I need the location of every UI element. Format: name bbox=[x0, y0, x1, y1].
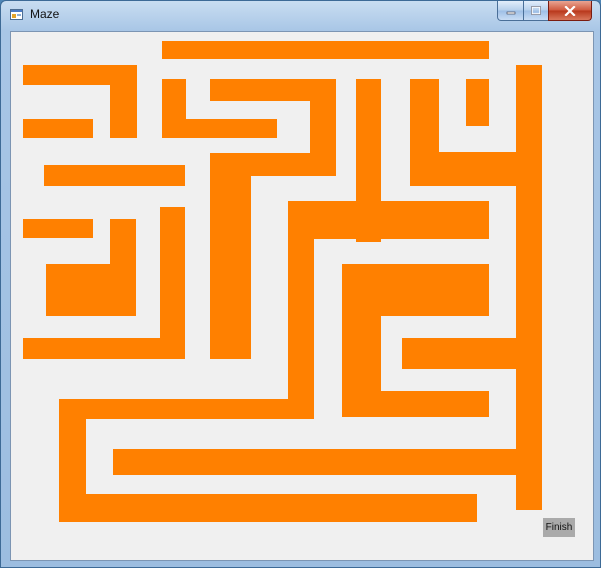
maze-wall bbox=[288, 201, 314, 419]
minimize-button[interactable] bbox=[497, 1, 524, 21]
maze-wall bbox=[110, 219, 136, 264]
maze-wall bbox=[516, 65, 542, 510]
close-button[interactable] bbox=[548, 1, 592, 21]
maze-wall bbox=[402, 338, 542, 369]
maximize-button[interactable] bbox=[523, 1, 549, 21]
maze-wall bbox=[113, 449, 542, 475]
maze-wall bbox=[23, 338, 185, 359]
maze-wall bbox=[466, 79, 489, 126]
maze-wall bbox=[59, 399, 314, 419]
close-icon bbox=[564, 5, 576, 16]
finish-label: Finish bbox=[545, 522, 573, 533]
maze-client-area: Finish bbox=[10, 31, 594, 561]
form-window-icon[interactable] bbox=[10, 9, 23, 20]
maze-wall bbox=[44, 165, 185, 186]
maze-wall bbox=[23, 219, 93, 238]
maze-wall bbox=[162, 41, 489, 59]
maximize-icon bbox=[531, 6, 541, 15]
maze-wall bbox=[162, 119, 277, 138]
maze-wall bbox=[160, 207, 185, 359]
maze-wall bbox=[210, 153, 251, 359]
finish-cell[interactable]: Finish bbox=[543, 518, 575, 537]
title-bar[interactable]: Maze bbox=[1, 1, 600, 27]
maze-wall bbox=[23, 119, 93, 138]
maze-wall bbox=[288, 201, 489, 239]
minimize-icon bbox=[506, 11, 515, 14]
maze-wall bbox=[59, 494, 477, 522]
maze-wall bbox=[342, 391, 489, 417]
maze-wall bbox=[410, 152, 516, 186]
maze-wall bbox=[46, 264, 87, 316]
maze-walls bbox=[23, 41, 542, 522]
window-title: Maze bbox=[30, 7, 60, 21]
maze-wall bbox=[110, 65, 137, 138]
maze-window: Maze Finish bbox=[0, 0, 601, 568]
